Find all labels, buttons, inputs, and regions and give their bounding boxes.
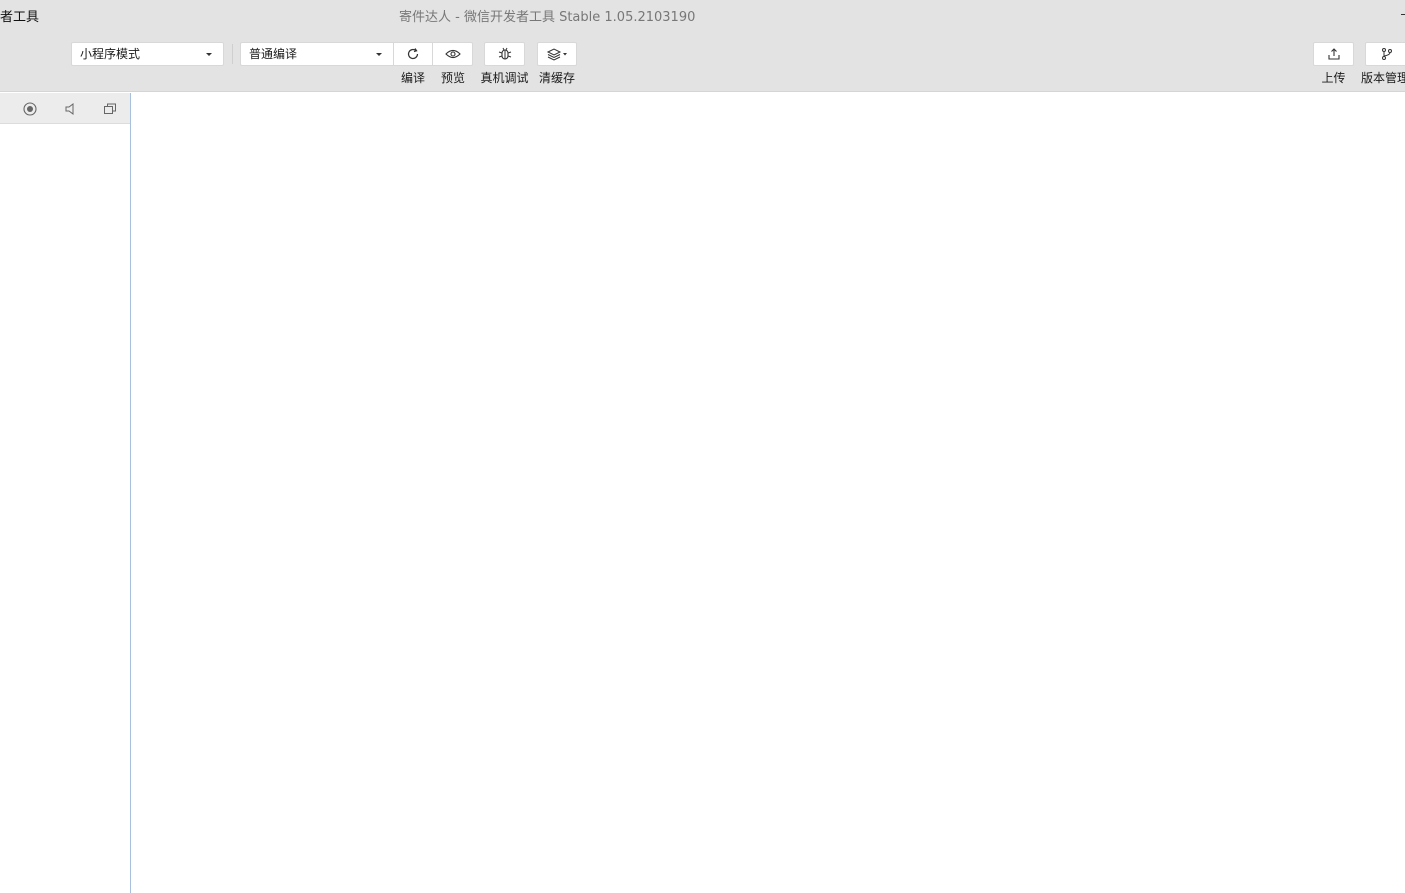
preview-button[interactable] — [433, 42, 473, 66]
version-management-button[interactable] — [1365, 42, 1405, 66]
compile-button[interactable] — [393, 42, 433, 66]
upload-button[interactable] — [1313, 42, 1354, 66]
eye-icon — [444, 48, 461, 60]
upload-icon — [1327, 47, 1341, 61]
caret-down-icon — [376, 53, 382, 56]
window-icon[interactable] — [101, 100, 119, 118]
bug-icon — [497, 47, 513, 61]
mode-select-value: 小程序模式 — [80, 47, 141, 61]
minimize-button[interactable] — [1401, 14, 1405, 15]
devtools-window: 发者工具 寄件达人 - 微信开发者工具 Stable 1.05.2103190 … — [0, 0, 1405, 893]
mode-select[interactable]: 小程序模式 — [71, 42, 224, 66]
app-menu-name[interactable]: 发者工具 — [0, 6, 39, 25]
title-bar: 发者工具 寄件达人 - 微信开发者工具 Stable 1.05.2103190 — [0, 0, 1405, 30]
compile-mode-select[interactable]: 普通编译 — [240, 42, 393, 66]
simulator-toolbar — [0, 93, 130, 124]
toolbar-divider — [232, 44, 233, 64]
preview-label: 预览 — [440, 71, 465, 85]
simulator-panel — [0, 93, 131, 893]
stop-icon[interactable] — [21, 100, 39, 118]
clear-cache-label: 清缓存 — [538, 71, 575, 85]
volume-icon[interactable] — [61, 100, 79, 118]
remote-debug-button[interactable] — [484, 42, 525, 66]
refresh-icon — [406, 47, 420, 61]
remote-debug-label: 真机调试 — [480, 71, 529, 85]
compile-mode-value: 普通编译 — [249, 47, 298, 61]
upload-label: 上传 — [1321, 71, 1346, 85]
caret-down-icon — [206, 53, 212, 56]
window-title: 寄件达人 - 微信开发者工具 Stable 1.05.2103190 — [399, 10, 696, 25]
main-toolbar: 小程序模式 普通编译 编译 预览 真机调试 清缓存 上传 版本管理 — [0, 30, 1405, 92]
compile-label: 编译 — [400, 71, 425, 85]
version-management-label: 版本管理 — [1361, 71, 1405, 85]
clear-cache-button[interactable] — [537, 42, 577, 66]
layers-icon — [546, 47, 568, 61]
editor-area[interactable] — [132, 93, 1405, 893]
branch-icon — [1380, 47, 1394, 61]
